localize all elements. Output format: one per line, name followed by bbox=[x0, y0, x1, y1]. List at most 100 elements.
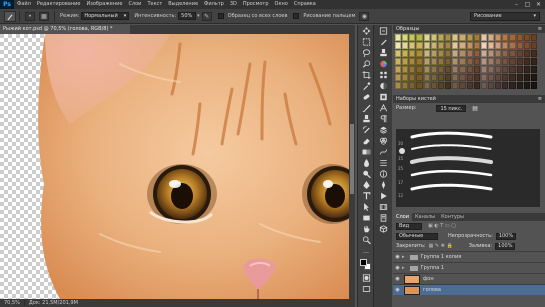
color-swatches[interactable] bbox=[358, 258, 373, 272]
color-swatch[interactable] bbox=[437, 34, 445, 41]
color-swatch[interactable] bbox=[516, 58, 523, 65]
color-swatch[interactable] bbox=[495, 42, 502, 49]
color-swatch[interactable] bbox=[416, 50, 423, 57]
color-swatch[interactable] bbox=[445, 58, 452, 65]
finger-painting-checkbox[interactable] bbox=[293, 13, 300, 19]
color-swatch[interactable] bbox=[452, 58, 459, 65]
opacity-input[interactable]: 100% bbox=[495, 232, 517, 240]
color-swatch[interactable] bbox=[416, 42, 423, 49]
tab-paths[interactable]: Контуры bbox=[438, 213, 467, 221]
color-swatch[interactable] bbox=[409, 42, 416, 49]
info-panel-button[interactable] bbox=[375, 169, 392, 179]
quick-mask-toggle[interactable] bbox=[359, 273, 373, 283]
character-panel-button[interactable] bbox=[375, 103, 392, 113]
color-swatch[interactable] bbox=[402, 74, 409, 81]
minimize-button[interactable]: – bbox=[511, 0, 522, 9]
color-swatch[interactable] bbox=[530, 42, 537, 49]
lasso-tool[interactable] bbox=[359, 48, 373, 58]
color-swatch[interactable] bbox=[409, 58, 416, 65]
sample-all-layers-checkbox[interactable] bbox=[217, 13, 224, 19]
color-swatch[interactable] bbox=[402, 58, 409, 65]
swatches-panel-header[interactable]: Образцы ≡ bbox=[393, 25, 545, 33]
brush-tool[interactable] bbox=[359, 103, 373, 113]
color-swatch[interactable] bbox=[437, 42, 445, 49]
workspace-select[interactable]: Рисование ▾ bbox=[470, 12, 540, 21]
color-swatch[interactable] bbox=[459, 50, 466, 57]
color-swatch[interactable] bbox=[459, 58, 466, 65]
color-swatch[interactable] bbox=[402, 66, 409, 73]
color-swatch[interactable] bbox=[523, 34, 530, 41]
swatches-panel-button[interactable] bbox=[375, 70, 392, 80]
lock-icons[interactable]: ▦ ✎ ✥ 🔒 bbox=[429, 243, 453, 249]
adjustments-panel-button[interactable] bbox=[375, 81, 392, 91]
color-swatch[interactable] bbox=[452, 74, 459, 81]
color-swatch[interactable] bbox=[502, 74, 509, 81]
color-swatch[interactable] bbox=[416, 34, 423, 41]
menu-layers[interactable]: Слои bbox=[125, 0, 144, 9]
color-swatch[interactable] bbox=[523, 42, 530, 49]
color-swatch[interactable] bbox=[402, 82, 409, 89]
color-swatch[interactable] bbox=[445, 42, 452, 49]
styles-panel-button[interactable] bbox=[375, 92, 392, 102]
color-swatch[interactable] bbox=[502, 42, 509, 49]
color-swatch[interactable] bbox=[487, 74, 495, 81]
color-swatch[interactable] bbox=[437, 82, 445, 89]
color-swatch[interactable] bbox=[473, 82, 480, 89]
menu-edit[interactable]: Редактирование bbox=[34, 0, 84, 9]
color-swatch[interactable] bbox=[409, 82, 416, 89]
color-swatch[interactable] bbox=[452, 50, 459, 57]
tab-layers[interactable]: Слои bbox=[393, 213, 412, 221]
fill-input[interactable]: 100% bbox=[495, 242, 516, 250]
color-swatch[interactable] bbox=[530, 58, 537, 65]
color-swatch[interactable] bbox=[473, 74, 480, 81]
color-swatch[interactable] bbox=[516, 82, 523, 89]
color-swatch[interactable] bbox=[409, 34, 416, 41]
gradient-tool[interactable] bbox=[359, 147, 373, 157]
type-tool[interactable] bbox=[359, 191, 373, 201]
color-swatch[interactable] bbox=[523, 74, 530, 81]
color-swatch[interactable] bbox=[423, 42, 430, 49]
brush-preset-list[interactable]: 30 15 25 17 12 bbox=[396, 129, 540, 207]
color-panel-button[interactable] bbox=[375, 59, 392, 69]
color-swatch[interactable] bbox=[395, 58, 402, 65]
color-swatch[interactable] bbox=[423, 34, 430, 41]
color-swatch[interactable] bbox=[423, 82, 430, 89]
color-swatch[interactable] bbox=[509, 82, 516, 89]
color-swatch[interactable] bbox=[395, 50, 402, 57]
color-swatch[interactable] bbox=[402, 34, 409, 41]
color-swatch[interactable] bbox=[466, 66, 473, 73]
brush-presets-header[interactable]: Наборы кистей ≡ bbox=[393, 95, 545, 103]
color-swatch[interactable] bbox=[430, 50, 437, 57]
color-swatch[interactable] bbox=[409, 50, 416, 57]
color-swatch[interactable] bbox=[430, 58, 437, 65]
panel-menu-icon[interactable]: ≡ bbox=[538, 95, 542, 103]
clone-source-button[interactable] bbox=[375, 48, 392, 58]
mode-select[interactable]: Нормальный ▾ bbox=[81, 12, 130, 20]
color-swatch[interactable] bbox=[437, 74, 445, 81]
color-swatch[interactable] bbox=[509, 74, 516, 81]
blur-tool[interactable] bbox=[359, 158, 373, 168]
color-swatch[interactable] bbox=[459, 82, 466, 89]
color-swatch[interactable] bbox=[445, 34, 452, 41]
color-swatch[interactable] bbox=[502, 82, 509, 89]
color-swatch[interactable] bbox=[466, 58, 473, 65]
actions-panel-button[interactable] bbox=[375, 191, 392, 201]
color-swatch[interactable] bbox=[516, 66, 523, 73]
color-swatch[interactable] bbox=[395, 42, 402, 49]
color-swatch[interactable] bbox=[430, 74, 437, 81]
color-swatch[interactable] bbox=[423, 66, 430, 73]
color-swatch[interactable] bbox=[459, 66, 466, 73]
menu-select[interactable]: Выделение bbox=[165, 0, 201, 9]
color-swatch[interactable] bbox=[480, 50, 487, 57]
color-swatch[interactable] bbox=[480, 74, 487, 81]
color-swatch[interactable] bbox=[466, 74, 473, 81]
color-swatch[interactable] bbox=[530, 82, 537, 89]
color-swatch[interactable] bbox=[495, 58, 502, 65]
color-swatch[interactable] bbox=[445, 82, 452, 89]
shape-tool[interactable] bbox=[359, 213, 373, 223]
chevron-right-icon[interactable]: ▸ bbox=[402, 265, 405, 271]
color-swatch[interactable] bbox=[459, 42, 466, 49]
color-swatch[interactable] bbox=[487, 50, 495, 57]
folder-icon[interactable]: ▤ bbox=[472, 105, 478, 112]
menu-image[interactable]: Изображение bbox=[83, 0, 125, 9]
